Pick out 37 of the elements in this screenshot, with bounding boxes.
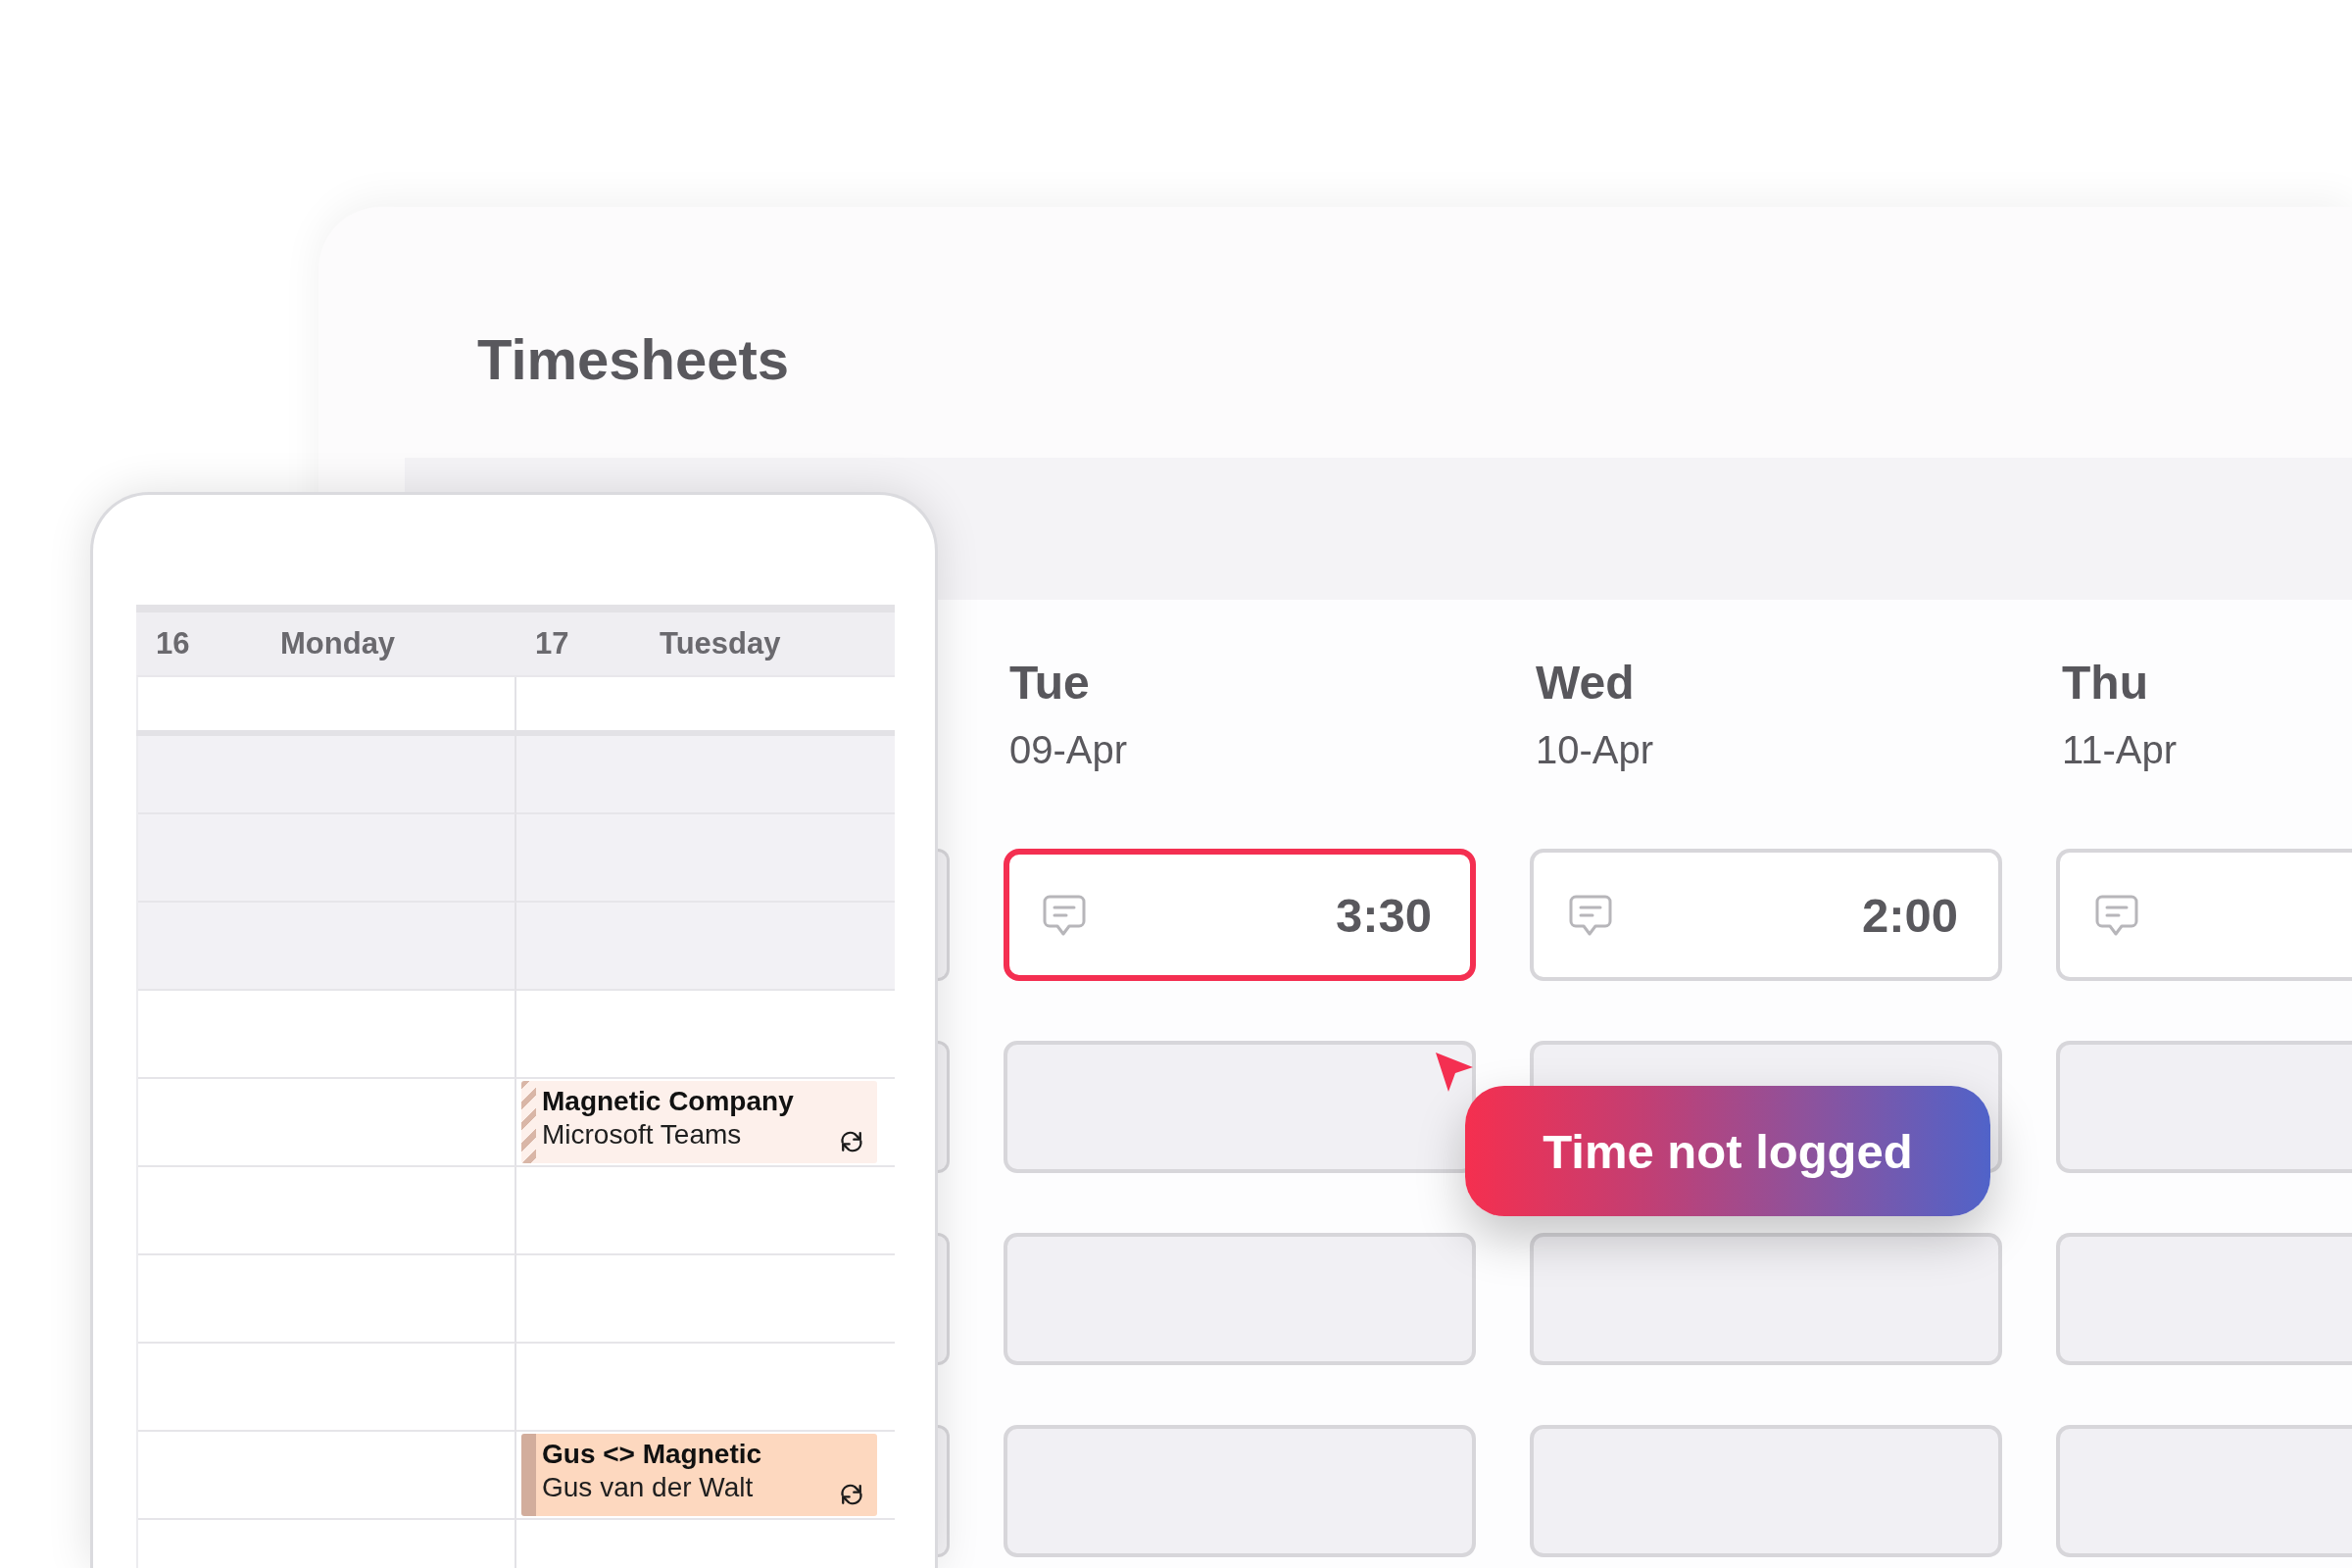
cursor-icon (1436, 1053, 1473, 1092)
weekday-label: Wed (1536, 656, 1635, 710)
day-number: 17 (535, 626, 570, 662)
time-field[interactable] (1004, 1233, 1476, 1365)
time-field[interactable]: 3:30 (1004, 849, 1476, 981)
time-field[interactable] (2056, 1041, 2352, 1173)
weekday-label: Thu (2062, 656, 2148, 710)
date-label: 10-Apr (1536, 727, 1654, 773)
time-field[interactable] (938, 1041, 950, 1173)
day-name: Tuesday (660, 626, 781, 662)
tooltip: Time not logged (1465, 1086, 1990, 1216)
time-field[interactable] (938, 1233, 950, 1365)
event-title: Gus <> Magnetic (542, 1438, 762, 1471)
time-field[interactable]: 2:00 (1530, 849, 2002, 981)
day-name: Monday (280, 626, 396, 662)
time-field[interactable] (2056, 1233, 2352, 1365)
day-number: 16 (156, 626, 191, 662)
weekday-label: Tue (1009, 656, 1090, 710)
date-label: 09-Apr (1009, 727, 1128, 773)
event-subtitle: Microsoft Teams (542, 1118, 742, 1152)
time-field[interactable] (1530, 1233, 2002, 1365)
calendar-event[interactable]: Magnetic Company Microsoft Teams (521, 1081, 877, 1163)
date-label: 11-Apr (2062, 727, 2178, 773)
time-field[interactable] (1004, 1041, 1476, 1173)
time-field[interactable] (1530, 1425, 2002, 1557)
comment-icon (2095, 894, 2138, 936)
event-title: Magnetic Company (542, 1085, 794, 1118)
calendar-event[interactable]: Gus <> Magnetic Gus van der Walt (521, 1434, 877, 1516)
time-field[interactable] (2056, 849, 2352, 981)
time-field[interactable] (938, 1425, 950, 1557)
comment-icon (1569, 894, 1612, 936)
event-subtitle: Gus van der Walt (542, 1471, 754, 1504)
time-field[interactable] (2056, 1425, 2352, 1557)
page-title: Timesheets (477, 326, 790, 393)
time-field[interactable] (1004, 1425, 1476, 1557)
time-field[interactable] (938, 849, 950, 981)
comment-icon (1043, 894, 1086, 936)
